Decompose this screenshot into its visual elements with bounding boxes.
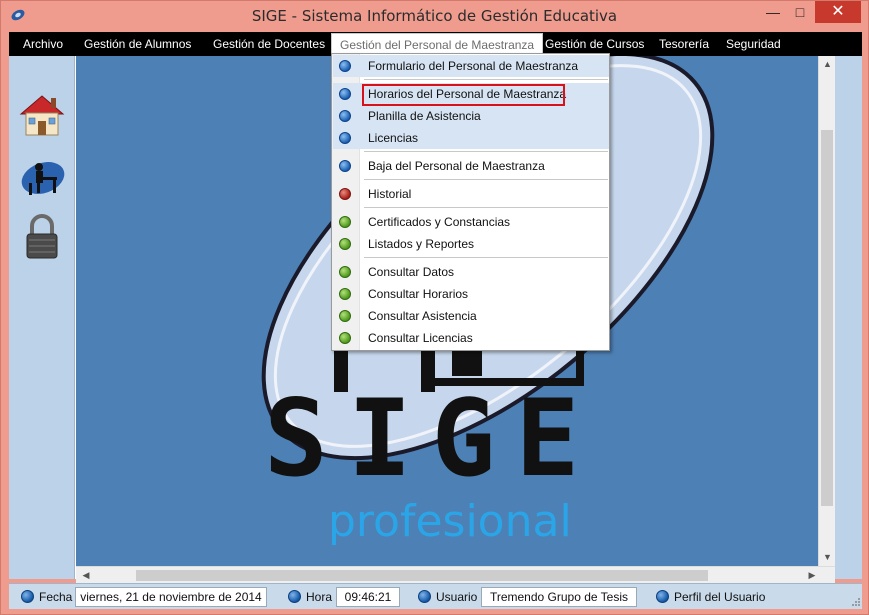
fecha-field: viernes, 21 de noviembre de 2014 bbox=[75, 587, 267, 607]
hora-label: Hora bbox=[306, 590, 333, 604]
menu-item-listados-reportes[interactable]: Listados y Reportes bbox=[333, 233, 609, 255]
maximize-button[interactable]: □ bbox=[787, 1, 813, 23]
menu-item-historial[interactable]: Historial bbox=[333, 183, 609, 205]
menu-separator bbox=[364, 179, 608, 180]
scroll-up-arrow-icon[interactable]: ▲ bbox=[819, 56, 836, 72]
perfil-bullet-icon bbox=[656, 590, 669, 603]
vertical-scrollbar[interactable]: ▲ ▼ bbox=[818, 56, 835, 566]
selection-highlight-box bbox=[362, 84, 565, 106]
horizontal-scroll-thumb[interactable] bbox=[136, 570, 708, 581]
blue-bullet-icon bbox=[339, 60, 351, 72]
sidebar bbox=[9, 56, 75, 579]
usuario-field: Tremendo Grupo de Tesis bbox=[481, 587, 637, 607]
hora-bullet-icon bbox=[288, 590, 301, 603]
blue-bullet-icon bbox=[339, 160, 351, 172]
menu-item-consultar-datos[interactable]: Consultar Datos bbox=[333, 261, 609, 283]
home-icon[interactable] bbox=[17, 92, 67, 140]
menu-item-label: Consultar Horarios bbox=[368, 287, 469, 301]
hora-field: 09:46:21 bbox=[336, 587, 400, 607]
fecha-bullet-icon bbox=[21, 590, 34, 603]
menu-item-label: Consultar Licencias bbox=[368, 331, 473, 345]
perfil-label[interactable]: Perfil del Usuario bbox=[674, 590, 765, 604]
minimize-button[interactable]: — bbox=[760, 1, 786, 23]
menu-item-label: Listados y Reportes bbox=[368, 237, 475, 251]
logo-title: SIGE bbox=[264, 377, 600, 500]
blue-bullet-icon bbox=[339, 88, 351, 100]
student-desk-icon[interactable] bbox=[17, 154, 67, 202]
usuario-bullet-icon bbox=[418, 590, 431, 603]
menu-item-label: Formulario del Personal de Maestranza bbox=[368, 59, 579, 73]
green-bullet-icon bbox=[339, 216, 351, 228]
menu-item-label: Baja del Personal de Maestranza bbox=[368, 159, 545, 173]
green-bullet-icon bbox=[339, 332, 351, 344]
menu-item-label: Historial bbox=[368, 187, 412, 201]
blue-bullet-icon bbox=[339, 132, 351, 144]
fecha-label: Fecha bbox=[39, 590, 73, 604]
scroll-left-arrow-icon[interactable]: ◀ bbox=[78, 567, 94, 583]
menu-item-label: Planilla de Asistencia bbox=[368, 109, 481, 123]
menu-seguridad[interactable]: Seguridad bbox=[726, 32, 781, 56]
logo-subtitle: profesional bbox=[328, 496, 572, 547]
green-bullet-icon bbox=[339, 288, 351, 300]
right-gutter bbox=[835, 56, 862, 579]
menu-separator bbox=[364, 257, 608, 258]
menu-separator bbox=[364, 151, 608, 152]
menu-tesoreria[interactable]: Tesorería bbox=[659, 32, 709, 56]
padlock-icon[interactable] bbox=[17, 212, 67, 260]
menu-item-label: Consultar Datos bbox=[368, 265, 455, 279]
menu-item-baja-personal[interactable]: Baja del Personal de Maestranza bbox=[333, 155, 609, 177]
menu-item-label: Licencias bbox=[368, 131, 419, 145]
menu-item-formulario-personal[interactable]: Formulario del Personal de Maestranza bbox=[333, 55, 609, 77]
scroll-down-arrow-icon[interactable]: ▼ bbox=[819, 549, 836, 565]
close-button[interactable]: ✕ bbox=[815, 1, 861, 23]
horizontal-scrollbar[interactable]: ◀ ▶ bbox=[76, 566, 835, 583]
menu-archivo[interactable]: Archivo bbox=[23, 32, 63, 56]
menu-item-licencias[interactable]: Licencias bbox=[333, 127, 609, 149]
scroll-right-arrow-icon[interactable]: ▶ bbox=[804, 567, 820, 583]
menu-item-label: Consultar Asistencia bbox=[368, 309, 477, 323]
green-bullet-icon bbox=[339, 310, 351, 322]
menu-gestion-alumnos[interactable]: Gestión de Alumnos bbox=[84, 32, 191, 56]
menu-item-planilla-asistencia[interactable]: Planilla de Asistencia bbox=[333, 105, 609, 127]
resize-grip-icon[interactable] bbox=[851, 597, 861, 607]
status-bar: Fecha viernes, 21 de noviembre de 2014 H… bbox=[9, 583, 862, 609]
menu-item-label: Certificados y Constancias bbox=[368, 215, 511, 229]
vertical-scroll-thumb[interactable] bbox=[821, 130, 833, 506]
title-bar[interactable]: SIGE - Sistema Informático de Gestión Ed… bbox=[1, 1, 868, 31]
menu-separator bbox=[364, 79, 608, 80]
usuario-label: Usuario bbox=[436, 590, 478, 604]
menu-item-consultar-horarios[interactable]: Consultar Horarios bbox=[333, 283, 609, 305]
menu-item-consultar-asistencia[interactable]: Consultar Asistencia bbox=[333, 305, 609, 327]
red-bullet-icon bbox=[339, 188, 351, 200]
menu-separator bbox=[364, 207, 608, 208]
green-bullet-icon bbox=[339, 238, 351, 250]
blue-bullet-icon bbox=[339, 110, 351, 122]
menu-item-consultar-licencias[interactable]: Consultar Licencias bbox=[333, 327, 609, 349]
green-bullet-icon bbox=[339, 266, 351, 278]
app-window: SIGE - Sistema Informático de Gestión Ed… bbox=[0, 0, 869, 615]
menu-gestion-docentes[interactable]: Gestión de Docentes bbox=[213, 32, 325, 56]
menu-item-certificados[interactable]: Certificados y Constancias bbox=[333, 211, 609, 233]
window-title: SIGE - Sistema Informático de Gestión Ed… bbox=[251, 7, 618, 25]
